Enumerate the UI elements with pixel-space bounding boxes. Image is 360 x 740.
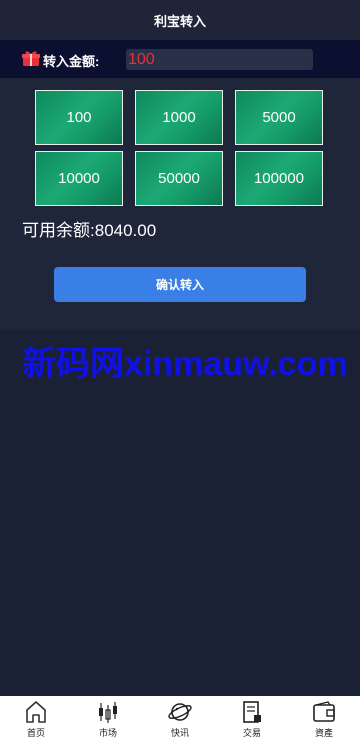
bottom-nav: 首页 市场 快讯 交易 資產 — [0, 696, 360, 740]
confirm-transfer-button[interactable]: 确认转入 — [54, 267, 306, 302]
nav-item-assets[interactable]: 資產 — [288, 696, 360, 740]
receipt-icon — [243, 701, 261, 723]
page-header: 利宝转入 — [0, 0, 360, 40]
home-icon — [26, 701, 46, 723]
nav-label-market: 市场 — [98, 728, 117, 738]
wallet-icon — [313, 701, 335, 722]
planet-icon — [168, 703, 192, 721]
nav-label-home: 首页 — [26, 728, 45, 738]
preset-amount-button[interactable]: 1000 — [135, 90, 223, 145]
amount-label: 转入金额: — [43, 54, 100, 69]
nav-label-news: 快讯 — [170, 728, 189, 738]
available-balance: 可用余额:8040.00 — [22, 216, 156, 241]
nav-item-trade[interactable]: 交易 — [216, 696, 288, 740]
balance-label: 可用余额: — [22, 221, 95, 240]
page-title: 利宝转入 — [153, 13, 206, 29]
preset-amount-button[interactable]: 100000 — [235, 151, 323, 206]
preset-amount-button[interactable]: 100 — [35, 90, 123, 145]
balance-value: 8040.00 — [94, 221, 157, 240]
preset-amount-button[interactable]: 5000 — [235, 90, 323, 145]
nav-item-news[interactable]: 快讯 — [144, 696, 216, 740]
amount-row: 转入金额: — [0, 40, 360, 78]
nav-item-home[interactable]: 首页 — [0, 696, 72, 740]
watermark-text: 新码网xinmauw.com — [22, 345, 348, 383]
nav-label-trade: 交易 — [242, 728, 261, 738]
gift-icon — [22, 51, 40, 66]
amount-input[interactable] — [126, 49, 313, 70]
preset-amount-button[interactable]: 50000 — [135, 151, 223, 206]
preset-amount-button[interactable]: 10000 — [35, 151, 123, 206]
candlestick-icon — [99, 702, 117, 723]
nav-item-market[interactable]: 市场 — [72, 696, 144, 740]
nav-label-assets: 資產 — [314, 728, 333, 738]
